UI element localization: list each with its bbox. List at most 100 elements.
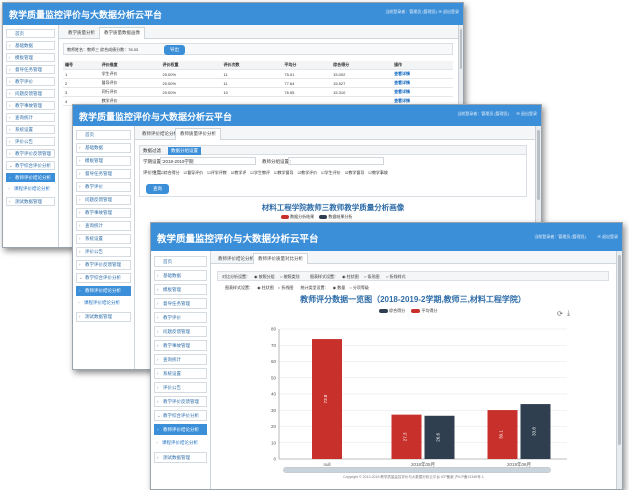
sidebar-group-analysis[interactable]: 教学综合评价分析 [6,161,55,170]
table-row: 2 督导评价 20.00% 11 77.64 15.527 查看详情 [63,78,453,88]
sidebar-item-6[interactable]: 查询统计 [154,354,207,365]
dimension-checkbox[interactable]: ☑教学督导 [274,170,294,175]
logout-link[interactable]: ✉ 退出登录 [598,234,618,240]
sidebar-item-5[interactable]: 教学事故管理 [76,208,131,218]
sidebar-item-3[interactable]: 教学评价 [154,312,207,323]
sidebar-item-5[interactable]: 教学事故管理 [6,101,55,110]
y-tick-label: 50 [271,375,277,380]
refresh-icon[interactable]: ⟳ [557,310,563,318]
sidebar-item-3[interactable]: 教学评价 [6,77,55,86]
column-header: 评价次数 [221,61,283,70]
sidebar-item-home[interactable]: 首页 [76,130,131,140]
logout-link[interactable]: ✉ 退出登录 [439,9,459,15]
sidebar-item-3[interactable]: 教学评价 [76,182,131,192]
sidebar-item-6[interactable]: 查询统计 [76,221,131,231]
tab-teacher-compare[interactable]: 教师评价质量对比分析 [253,253,308,264]
sidebar-item-4[interactable]: 问题反馈管理 [76,195,131,205]
sidebar-item-0[interactable]: 基础数据 [6,41,55,50]
view-detail-link[interactable]: 查看详情 [392,87,453,97]
sidebar-item-4[interactable]: 问题反馈管理 [6,89,55,98]
window-quality-compare: 教学质量监控评价与大数据分析云平台 当前登录者：管理员 (管理员) ✉ 退出登录… [150,222,623,490]
radio-by-group[interactable]: ◉ 按照分组 [254,274,275,280]
series-settings: 图表样式设置： ◉ 柱状图 ○ 折线图 统计类型设置： ◉ 数量 ○ 分项等级 [225,285,369,291]
dimension-checkbox[interactable]: ☑综合得分 [160,170,180,175]
sidebar-item-7[interactable]: 系统设置 [154,368,207,379]
logout-link[interactable]: ✉ 退出登录 [517,111,537,117]
tab-data-filter[interactable]: 数据过滤 [143,148,161,154]
radio-grade[interactable]: ○ 分项等级 [349,285,369,290]
view-detail-link[interactable]: 查看详情 [392,69,453,79]
export-button[interactable]: 导出 [164,45,185,55]
sidebar-item-9[interactable]: 教学评价反馈管理 [76,260,131,270]
sidebar-item-8[interactable]: 评价公告 [154,382,207,393]
view-detail-link[interactable]: 查看详情 [392,78,453,88]
download-icon[interactable]: ⤓ [567,310,570,318]
app-header: 教学质量监控评价与大数据分析云平台 当前登录者：管理员 (管理员) ✉ 退出登录 [151,223,622,251]
tab-teacher-quality[interactable]: 教师质量评价分析 [175,128,221,140]
sidebar-item-home[interactable]: 首页 [6,29,55,38]
sidebar: 首页基础数据模板管理督导任务管理教学评价问题反馈管理教学事故管理查询统计系统设置… [73,126,135,369]
sidebar-item-9[interactable]: 教学评价反馈管理 [6,149,55,158]
sidebar-subitem-1[interactable]: 课程评价结论分析 [154,438,207,449]
sidebar-item-4[interactable]: 问题反馈管理 [154,326,207,337]
legend-swatch-series-2 [411,308,421,313]
sidebar-item-2[interactable]: 督导任务管理 [6,65,55,74]
dimension-checkbox[interactable]: ☑教学评价 [298,170,318,175]
dimension-checkbox[interactable]: ☑教学事故 [368,170,388,175]
sidebar-item-test-data[interactable]: 测试数据管理 [6,197,55,206]
dimension-checkbox[interactable]: ☑学生评价 [321,170,341,175]
chart-zoom-slider[interactable] [283,467,551,473]
sidebar-item-7[interactable]: 系统设置 [76,234,131,244]
table-cell: 76.55 [282,87,332,97]
tab-data-group[interactable]: 数据分组设置 [168,147,201,155]
sidebar-item-7[interactable]: 系统设置 [6,125,55,134]
sidebar-subitem-0[interactable]: 教师评价结论分析 [154,424,207,435]
sidebar-group-analysis[interactable]: 教学综合评价分析 [76,273,131,283]
sidebar-item-1[interactable]: 模板管理 [76,156,131,166]
footer: Copyright © 2013-2018 教学质量监控评价与大数据分析云平台 … [343,475,484,479]
radio-by-category[interactable]: ○ 按照类别 [280,274,300,280]
sidebar-item-6[interactable]: 查询统计 [6,113,55,122]
period-input[interactable]: 2018-2019学期 [160,157,256,165]
table-cell: 77.64 [282,78,332,88]
sidebar-item-2[interactable]: 督导任务管理 [76,169,131,179]
tab-teaching-quality[interactable]: 教学质量分析 [63,27,100,39]
table-cell: 同行评价 [99,87,161,97]
sidebar-subitem-1[interactable]: 课程评价结论分析 [76,299,131,309]
sidebar-item-5[interactable]: 教学事故管理 [154,340,207,351]
vertical-scrollbar[interactable] [616,251,622,489]
dimension-checkbox[interactable]: ☑学生教评 [250,170,270,175]
radio-bar[interactable]: ◉ 柱状图 [342,274,359,280]
radio-series-line[interactable]: ○ 折线图 [278,285,294,290]
radio-count[interactable]: ◉ 数量 [333,285,346,290]
sidebar-item-8[interactable]: 评价公告 [6,137,55,146]
query-button[interactable]: 查询 [146,184,169,194]
sidebar-item-2[interactable]: 督导任务管理 [154,298,207,309]
radio-line[interactable]: ○ 折线样式 [386,274,406,280]
sidebar-item-test-data[interactable]: 测试数据管理 [154,452,207,463]
sidebar-subitem-1[interactable]: 课程评价结论分析 [6,185,55,194]
sidebar-subitem-0[interactable]: 教师评价结论分析 [6,173,55,182]
sidebar-item-test-data[interactable]: 测试数据管理 [76,312,131,322]
teacher-group-input[interactable] [288,157,384,165]
sidebar-item-0[interactable]: 基础数据 [154,270,207,281]
y-tick-label: 80 [271,327,277,332]
sidebar-item-8[interactable]: 评价公告 [76,247,131,257]
sidebar-subitem-0[interactable]: 教师评价结论分析 [76,286,131,296]
legend-item-1: 数据分析结果 [290,214,315,219]
dimension-checkbox[interactable]: ☑教学评 [231,170,247,175]
sidebar-item-home[interactable]: 首页 [154,256,207,267]
sidebar-item-1[interactable]: 模板管理 [154,284,207,295]
dimension-checkbox[interactable]: ☑评学评教 [207,170,227,175]
sidebar-item-9[interactable]: 教学评价反馈管理 [154,396,207,407]
sidebar-item-1[interactable]: 模板管理 [6,53,55,62]
dimension-checkbox[interactable]: ☑督导评价 [184,170,204,175]
dimension-checkbox[interactable]: ☑教学督导 [345,170,365,175]
tab-quality-portrait[interactable]: 教学质量数据画像 [99,27,145,39]
column-header: 操作 [392,61,453,70]
radio-series-bar[interactable]: ◉ 柱状图 [257,285,274,290]
column-header: 综合得分 [331,61,393,70]
sidebar-item-0[interactable]: 基础数据 [76,143,131,153]
sidebar-group-analysis[interactable]: 教学综合评价分析 [154,410,207,421]
radio-hbar[interactable]: ○ 条形图 [364,274,380,280]
